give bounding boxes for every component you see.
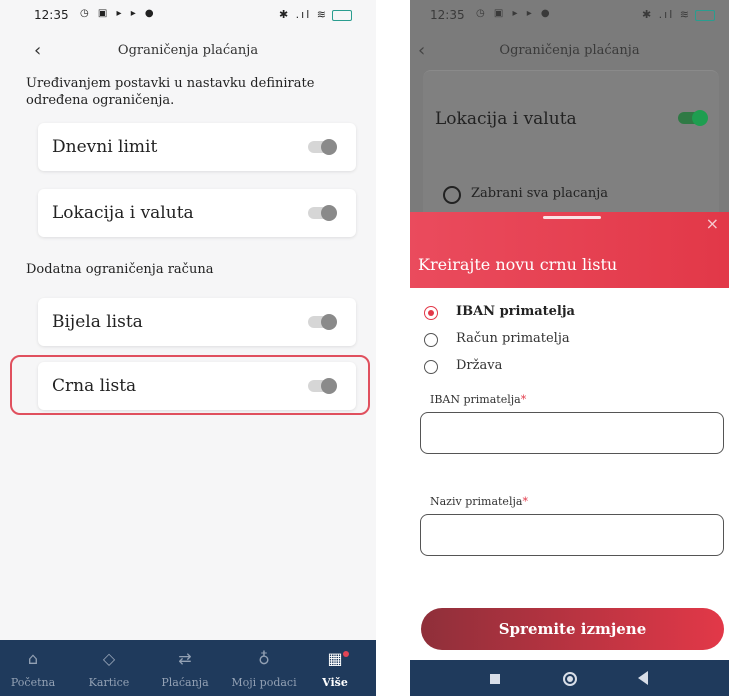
tab-placanja[interactable]: ⇄ Plaćanja xyxy=(150,648,220,689)
radio-button[interactable] xyxy=(443,186,461,204)
toggle-knob xyxy=(321,314,337,330)
header: ‹ Ograničenja plaćanja xyxy=(0,40,376,62)
left-screen: 12:35 ◷ ▣ ▸ ▸ ● ✱ .ıl ≋ ‹ Ograničenja pl… xyxy=(0,0,376,696)
radio-label: Zabrani sva placanja xyxy=(471,186,609,201)
toggle-knob xyxy=(321,139,337,155)
setting-card-bijela-lista[interactable]: Bijela lista xyxy=(38,298,356,346)
option-label: Račun primatelja xyxy=(456,331,570,346)
save-button[interactable]: Spremite izmjene xyxy=(421,608,724,650)
status-time: 12:35 xyxy=(430,8,465,22)
tab-pocetna[interactable]: ⌂ Početna xyxy=(0,648,68,689)
setting-label: Lokacija i valuta xyxy=(435,109,577,129)
bottom-tab-bar: ⌂ Početna ◇ Kartice ⇄ Plaćanja ♁ Moji po… xyxy=(0,640,376,696)
sheet-title: Kreirajte novu crnu listu xyxy=(418,255,618,274)
tab-label: Početna xyxy=(10,676,56,689)
bijela-lista-toggle[interactable] xyxy=(308,314,337,330)
tab-moji-podaci[interactable]: ♁ Moji podaci xyxy=(226,648,302,689)
setting-label: Bijela lista xyxy=(52,312,143,332)
required-mark: * xyxy=(520,393,527,406)
close-icon[interactable]: × xyxy=(706,214,719,233)
naziv-input[interactable] xyxy=(420,514,724,556)
toggle-knob xyxy=(321,205,337,221)
back-arrow-icon[interactable] xyxy=(638,671,648,685)
tab-label: Kartice xyxy=(88,676,130,689)
status-icons-right: ✱ .ıl ≋ xyxy=(642,8,715,21)
battery-icon xyxy=(695,9,715,21)
option-label: Država xyxy=(456,358,503,373)
status-icons-left: ◷ ▣ ▸ ▸ ● xyxy=(476,8,553,19)
setting-card-lokacija-valuta[interactable]: Lokacija i valuta xyxy=(38,189,356,237)
description-text: Uređivanjem postavki u nastavku definira… xyxy=(26,76,315,108)
status-bar: 12:35 ◷ ▣ ▸ ▸ ● ✱ .ıl ≋ xyxy=(410,0,729,26)
tab-kartice[interactable]: ◇ Kartice xyxy=(74,648,144,689)
user-icon: ♁ xyxy=(258,649,270,668)
transfer-icon: ⇄ xyxy=(178,649,192,668)
page-title: Ograničenja plaćanja xyxy=(499,43,640,58)
setting-label: Dnevni limit xyxy=(52,137,158,157)
card-icon: ◇ xyxy=(102,649,116,668)
status-bar: 12:35 ◷ ▣ ▸ ▸ ● ✱ .ıl ≋ xyxy=(0,0,376,26)
page-title: Ograničenja plaćanja xyxy=(117,43,259,58)
section-title: Dodatna ograničenja računa xyxy=(26,262,214,277)
right-screen: 12:35 ◷ ▣ ▸ ▸ ● ✱ .ıl ≋ ‹ Ograničenja pl… xyxy=(410,0,729,696)
grid-icon: ▦ xyxy=(327,649,343,668)
dnevni-limit-toggle[interactable] xyxy=(308,139,337,155)
option-label: IBAN primatelja xyxy=(456,304,575,319)
battery-icon xyxy=(332,9,352,21)
iban-input[interactable] xyxy=(420,412,724,454)
tab-vise[interactable]: ▦ Više xyxy=(300,648,370,689)
home-button-icon[interactable] xyxy=(563,672,577,686)
system-nav-bar xyxy=(410,660,729,696)
naziv-field-label: Naziv primatelja* xyxy=(430,495,528,508)
radio-icon[interactable] xyxy=(424,360,438,374)
sheet-header: × Kreirajte novu crnu listu xyxy=(410,212,729,288)
highlight-frame xyxy=(10,355,370,415)
status-icons-left: ◷ ▣ ▸ ▸ ● xyxy=(80,8,157,19)
dimmed-background[interactable]: 12:35 ◷ ▣ ▸ ▸ ● ✱ .ıl ≋ ‹ Ograničenja pl… xyxy=(410,0,729,231)
recent-apps-icon[interactable] xyxy=(490,674,500,684)
radio-icon[interactable] xyxy=(424,333,438,347)
status-time: 12:35 xyxy=(34,8,69,22)
setting-card-lokacija-valuta[interactable]: Lokacija i valuta Zabrani sva placanja xyxy=(423,70,719,231)
lokacija-valuta-toggle[interactable] xyxy=(308,205,337,221)
tab-label: Moji podaci xyxy=(231,676,297,689)
notification-dot xyxy=(343,651,349,657)
drag-handle[interactable] xyxy=(543,216,601,219)
home-icon: ⌂ xyxy=(27,649,39,668)
header: ‹ Ograničenja plaćanja xyxy=(410,40,729,62)
toggle-knob xyxy=(692,110,708,126)
status-icons-right: ✱ .ıl ≋ xyxy=(279,8,352,21)
lokacija-valuta-toggle[interactable] xyxy=(678,110,708,126)
required-mark: * xyxy=(522,495,528,508)
iban-field-label: IBAN primatelja* xyxy=(430,393,527,406)
tab-label: Plaćanja xyxy=(161,676,209,689)
setting-label: Lokacija i valuta xyxy=(52,203,194,223)
tab-label: Više xyxy=(322,676,348,689)
setting-card-dnevni-limit[interactable]: Dnevni limit xyxy=(38,123,356,171)
radio-selected-icon[interactable] xyxy=(424,306,438,320)
